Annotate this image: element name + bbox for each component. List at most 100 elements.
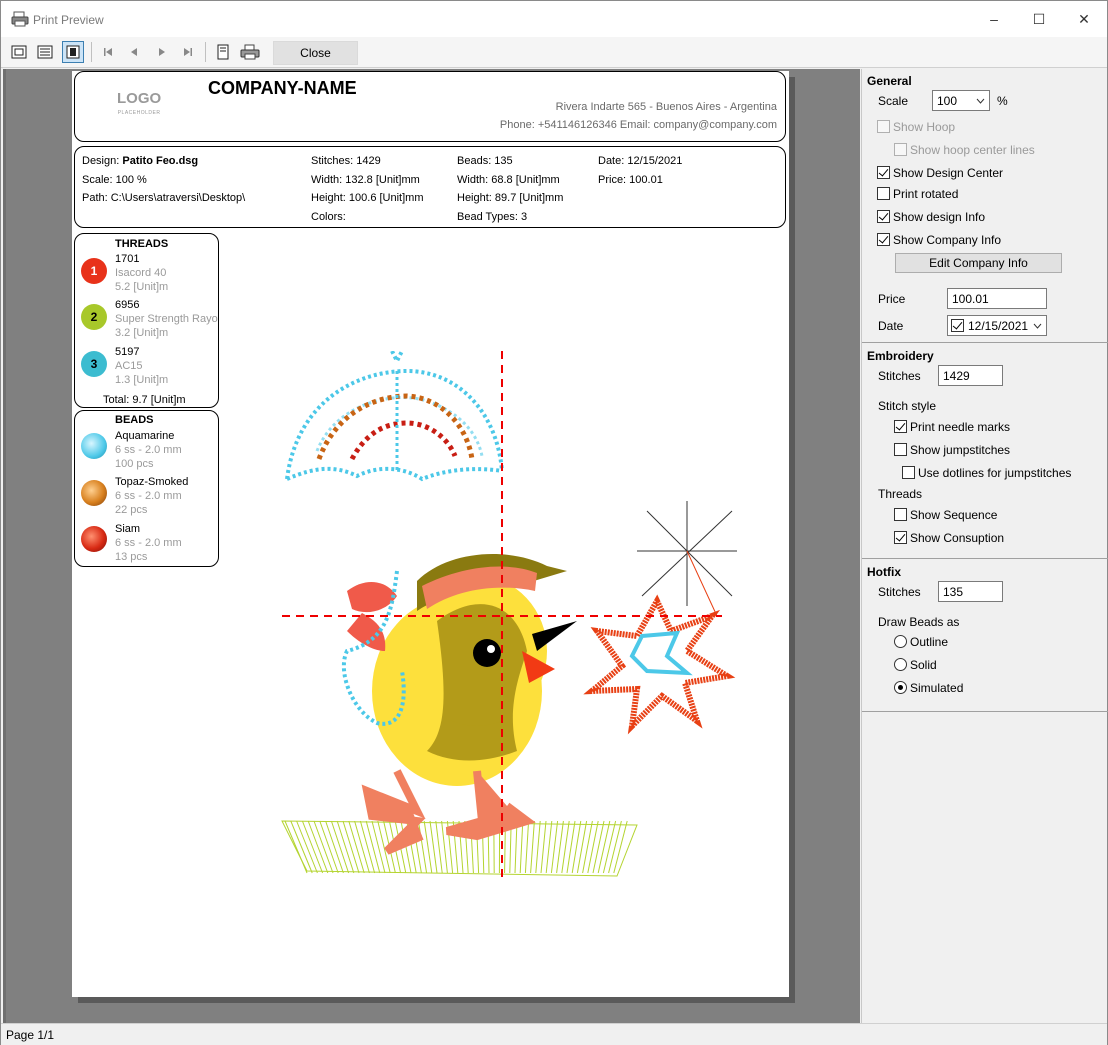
threads-label: Threads <box>878 487 923 501</box>
close-button[interactable]: Close <box>273 41 358 65</box>
show-design-center-label: Show Design Center <box>893 166 1004 180</box>
window-title: Print Preview <box>33 13 104 27</box>
stitch-style-label: Stitch style <box>878 399 937 413</box>
design-scale: Scale: 100 % <box>82 174 147 186</box>
options-panel: General Scale 100 % Show Hoop Show hoop … <box>861 69 1108 1023</box>
page-indicator: Page 1/1 <box>6 1028 55 1042</box>
previous-page-icon <box>131 48 137 56</box>
design-width: Width: 132.8 [Unit]mm <box>311 174 420 186</box>
thread-length: 1.3 [Unit]m <box>115 374 169 386</box>
show-company-info-checkbox[interactable] <box>877 233 890 246</box>
embroidery-section: Embroidery Stitches 1429 Stitch style Pr… <box>862 343 1108 559</box>
previous-page-button[interactable] <box>123 41 145 63</box>
show-sequence-checkbox[interactable] <box>894 508 907 521</box>
outline-radio[interactable] <box>894 635 907 648</box>
beads-box: BEADS Aquamarine 6 ss - 2.0 mm 100 pcs T… <box>74 410 219 567</box>
hotfix-stitches-input[interactable]: 135 <box>938 581 1003 602</box>
chevron-down-icon <box>1033 323 1042 329</box>
show-consumption-checkbox[interactable] <box>894 531 907 544</box>
stitches-label: Stitches <box>878 369 921 383</box>
bead-name: Topaz-Smoked <box>115 476 189 488</box>
simulated-label: Simulated <box>910 681 964 695</box>
show-hoop-center-checkbox[interactable] <box>894 143 907 156</box>
bead-count: 13 pcs <box>115 551 148 563</box>
scale-select[interactable]: 100 <box>932 90 990 111</box>
minimize-button[interactable]: – <box>971 1 1017 37</box>
last-page-icon <box>184 48 192 56</box>
solid-radio[interactable] <box>894 658 907 671</box>
next-page-button[interactable] <box>151 41 173 63</box>
show-design-info-label: Show design Info <box>893 210 986 224</box>
outline-label: Outline <box>910 635 949 649</box>
thread-color-1: 1 <box>81 258 107 284</box>
threads-box: THREADS 1 1701 Isacord 40 5.2 [Unit]m 2 … <box>74 233 219 408</box>
page-lines-icon <box>37 45 53 59</box>
bead-topaz-icon <box>81 480 107 506</box>
use-dotlines-checkbox[interactable] <box>902 466 915 479</box>
date-enabled-checkbox[interactable] <box>951 319 964 332</box>
preview-area[interactable]: LOGO PLACEHOLDER COMPANY-NAME Rivera Inda… <box>3 69 860 1023</box>
last-page-button[interactable] <box>177 41 199 63</box>
show-consumption-label: Show Consuption <box>910 531 1005 545</box>
bead-count: 100 pcs <box>115 458 154 470</box>
hotfix-stitches-label: Stitches <box>878 585 921 599</box>
first-page-icon <box>104 48 112 56</box>
page-setup-icon <box>217 44 229 60</box>
design-stitches: Stitches: 1429 <box>311 155 381 167</box>
chevron-down-icon <box>976 98 985 104</box>
logo: LOGO PLACEHOLDER <box>117 90 162 116</box>
show-design-info-checkbox[interactable] <box>877 210 890 223</box>
company-info-box: LOGO PLACEHOLDER COMPANY-NAME Rivera Inda… <box>74 71 786 142</box>
print-preview-window: Print Preview – ☐ ✕ Close LOGO PLACEHOLD… <box>0 0 1108 1045</box>
thread-color-3: 3 <box>81 351 107 377</box>
embroidery-stitches-input[interactable]: 1429 <box>938 365 1003 386</box>
print-rotated-label: Print rotated <box>893 187 959 201</box>
show-jumpstitches-checkbox[interactable] <box>894 443 907 456</box>
embroidery-heading: Embroidery <box>867 349 934 363</box>
thread-code: 5197 <box>115 346 140 358</box>
thread-color-2: 2 <box>81 304 107 330</box>
company-contact: Phone: +541146126346 Email: company@comp… <box>499 119 777 131</box>
bead-types: Bead Types: 3 <box>457 211 528 223</box>
show-design-center-checkbox[interactable] <box>877 166 890 179</box>
actual-size-button[interactable] <box>62 41 84 63</box>
thread-name: Isacord 40 <box>115 267 167 279</box>
scale-unit: % <box>997 94 1008 108</box>
fit-page-icon <box>11 45 27 59</box>
printer-icon <box>240 44 260 60</box>
thread-length: 3.2 [Unit]m <box>115 327 169 339</box>
show-hoop-center-label: Show hoop center lines <box>910 143 1035 157</box>
bead-name: Aquamarine <box>115 430 175 442</box>
price-input[interactable]: 100.01 <box>947 288 1047 309</box>
design-date: Date: 12/15/2021 <box>598 155 683 167</box>
show-sequence-label: Show Sequence <box>910 508 998 522</box>
print-needle-marks-checkbox[interactable] <box>894 420 907 433</box>
print-rotated-checkbox[interactable] <box>877 187 890 200</box>
toolbar-separator <box>205 42 206 62</box>
zoom-fit-button[interactable] <box>8 41 30 63</box>
print-button[interactable] <box>239 41 261 63</box>
solid-label: Solid <box>910 658 937 672</box>
hotfix-section: Hotfix Stitches 135 Draw Beads as Outlin… <box>862 559 1108 712</box>
design-name: Design: Patito Feo.dsg <box>82 155 199 167</box>
status-bar: Page 1/1 <box>1 1023 1107 1045</box>
first-page-button[interactable] <box>97 41 119 63</box>
design-path: Path: C:\Users\atraversi\Desktop\ <box>82 192 246 204</box>
thread-name: AC15 <box>115 360 143 372</box>
hotfix-heading: Hotfix <box>867 565 901 579</box>
maximize-button[interactable]: ☐ <box>1016 1 1062 37</box>
date-picker[interactable]: 12/15/2021 <box>947 315 1047 336</box>
close-window-button[interactable]: ✕ <box>1061 1 1107 37</box>
price-label: Price <box>878 292 906 306</box>
page-setup-button[interactable] <box>212 41 234 63</box>
bead-siam-icon <box>81 526 107 552</box>
design-beads: Beads: 135 <box>457 155 513 167</box>
simulated-radio[interactable] <box>894 681 907 694</box>
page-width-button[interactable] <box>34 41 56 63</box>
bead-count: 22 pcs <box>115 504 148 516</box>
bead-height: Height: 89.7 [Unit]mm <box>457 192 564 204</box>
edit-company-info-button[interactable]: Edit Company Info <box>895 253 1062 273</box>
toolbar <box>1 37 1107 68</box>
show-hoop-checkbox[interactable] <box>877 120 890 133</box>
bead-name: Siam <box>115 523 141 535</box>
